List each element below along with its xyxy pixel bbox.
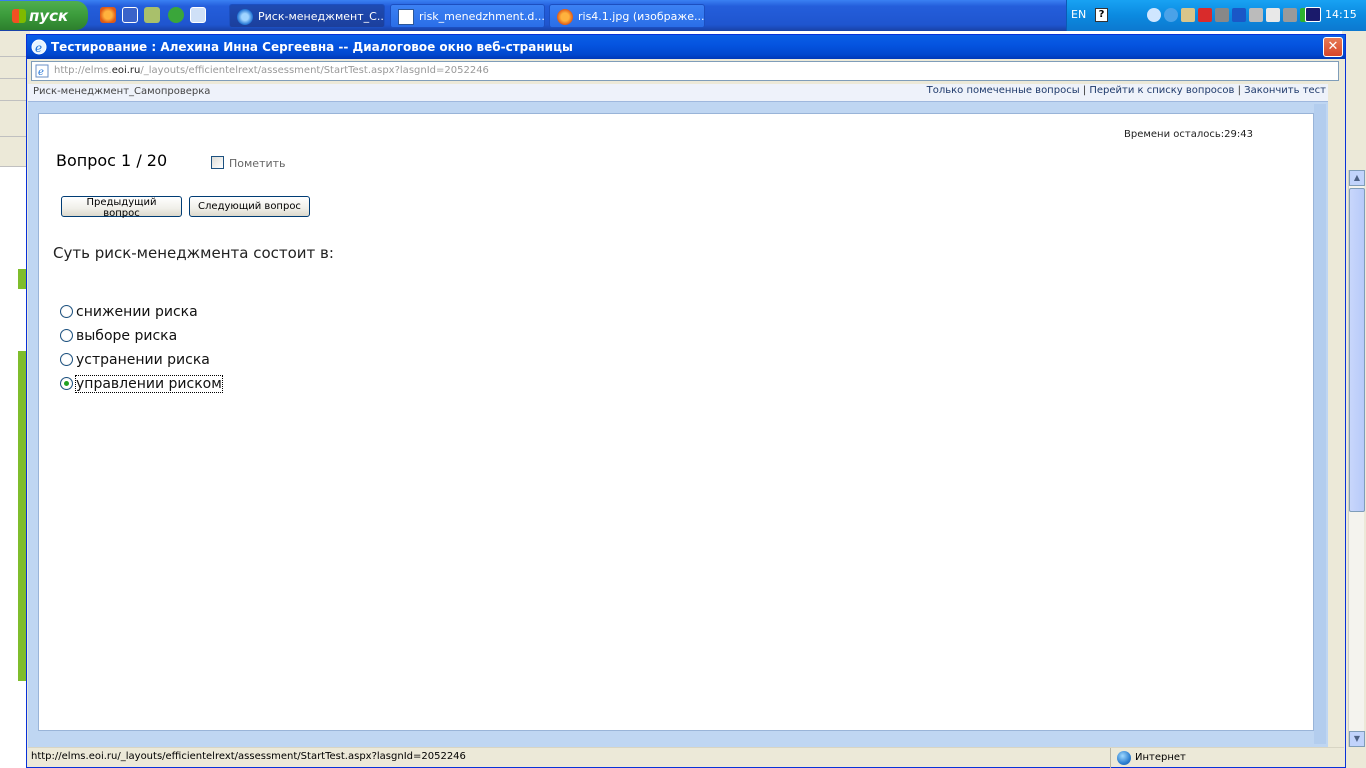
device-icon[interactable] <box>1249 8 1263 22</box>
task-item-image[interactable]: ris4.1.jpg (изображе... <box>549 4 705 28</box>
question-list-link[interactable]: Перейти к списку вопросов <box>1089 85 1234 96</box>
monitor-icon[interactable] <box>1215 8 1229 22</box>
security-zone[interactable]: Интернет <box>1110 748 1344 768</box>
finish-test-link[interactable]: Закончить тест <box>1244 85 1326 96</box>
time-remaining: Времени осталось:29:43 <box>1124 129 1253 140</box>
address-url: http://elms.eoi.ru/_layouts/efficientelr… <box>54 65 489 76</box>
radio-button[interactable] <box>60 353 73 366</box>
address-bar[interactable]: e http://elms.eoi.ru/_layouts/efficiente… <box>31 61 1339 81</box>
checkbox-icon[interactable] <box>211 156 224 169</box>
radio-button-selected[interactable] <box>60 377 73 390</box>
answer-option[interactable]: выборе риска <box>60 328 177 344</box>
dialog-title: Тестирование : Алехина Инна Сергеевна --… <box>51 40 573 54</box>
task-item-document[interactable]: risk_menedzhment.d... <box>390 4 545 28</box>
background-scrollbar[interactable]: ▲ ▼ <box>1348 170 1365 747</box>
save-icon[interactable] <box>122 7 138 23</box>
radio-button[interactable] <box>60 305 73 318</box>
question-text: Суть риск-менеджмента состоит в: <box>53 244 334 262</box>
marked-questions-link[interactable]: Только помеченные вопросы <box>927 85 1080 96</box>
status-bar: http://elms.eoi.ru/_layouts/efficientelr… <box>28 747 1344 768</box>
ie-icon: e <box>31 39 47 55</box>
windows-logo-icon <box>12 9 26 23</box>
frame-scrollbar[interactable] <box>1314 104 1326 744</box>
next-question-button[interactable]: Следующий вопрос <box>189 196 310 217</box>
answer-option[interactable]: устранении риска <box>60 352 210 368</box>
answer-option[interactable]: снижении риска <box>60 304 198 320</box>
firefox-icon[interactable] <box>100 7 116 23</box>
header-links: Только помеченные вопросы | Перейти к сп… <box>926 85 1326 96</box>
dialog-title-bar[interactable]: e Тестирование : Алехина Инна Сергеевна … <box>27 35 1345 59</box>
ie-icon <box>237 9 253 25</box>
refresh-icon[interactable] <box>1164 8 1178 22</box>
scroll-down-button[interactable]: ▼ <box>1349 731 1365 747</box>
test-header: Риск-менеджмент_Самопроверка Только поме… <box>28 84 1328 101</box>
previous-question-button[interactable]: Предыдущий вопрос <box>61 196 182 219</box>
mark-question-checkbox[interactable]: Пометить <box>211 156 286 170</box>
page-icon: e <box>35 64 49 78</box>
course-name: Риск-менеджмент_Самопроверка <box>33 86 211 97</box>
show-desktop-icon[interactable] <box>190 7 206 23</box>
start-button[interactable]: пуск <box>0 1 88 30</box>
back-arrow-icon[interactable] <box>1147 8 1161 22</box>
scroll-thumb[interactable] <box>1349 188 1365 512</box>
globe-icon <box>1117 751 1131 765</box>
bluetooth-icon[interactable] <box>1232 8 1246 22</box>
volume-icon[interactable] <box>1266 8 1280 22</box>
task-item-risk-management[interactable]: Риск-менеджмент_С... <box>229 4 385 28</box>
clock: 14:15 <box>1325 8 1357 21</box>
keyboard-icon[interactable] <box>1283 8 1297 22</box>
svg-text:e: e <box>38 67 44 78</box>
radio-button[interactable] <box>60 329 73 342</box>
taskbar: пуск Риск-менеджмент_С... risk_menedzhme… <box>0 0 1366 31</box>
status-url: http://elms.eoi.ru/_layouts/efficientelr… <box>31 751 466 762</box>
antivirus-icon[interactable] <box>1198 8 1212 22</box>
tools-icon[interactable] <box>144 7 160 23</box>
system-tray: EN ? 14:15 <box>1066 0 1366 31</box>
close-button[interactable]: ✕ <box>1323 37 1343 57</box>
answer-option-selected[interactable]: управлении риском <box>60 375 223 393</box>
language-indicator[interactable]: EN <box>1071 8 1086 21</box>
web-dialog-window: e Тестирование : Алехина Инна Сергеевна … <box>26 34 1346 768</box>
network-icon[interactable] <box>1181 8 1195 22</box>
help-icon[interactable]: ? <box>1095 8 1108 22</box>
scroll-up-button[interactable]: ▲ <box>1349 170 1365 186</box>
utorrent-icon[interactable] <box>168 7 184 23</box>
test-content: Времени осталось:29:43 Вопрос 1 / 20 Пом… <box>38 113 1314 731</box>
document-icon <box>398 9 414 25</box>
owl-icon[interactable] <box>1305 7 1321 22</box>
svg-text:e: e <box>35 41 42 55</box>
question-number: Вопрос 1 / 20 <box>56 151 168 170</box>
firefox-icon <box>557 9 573 25</box>
zone-label: Интернет <box>1135 752 1186 763</box>
